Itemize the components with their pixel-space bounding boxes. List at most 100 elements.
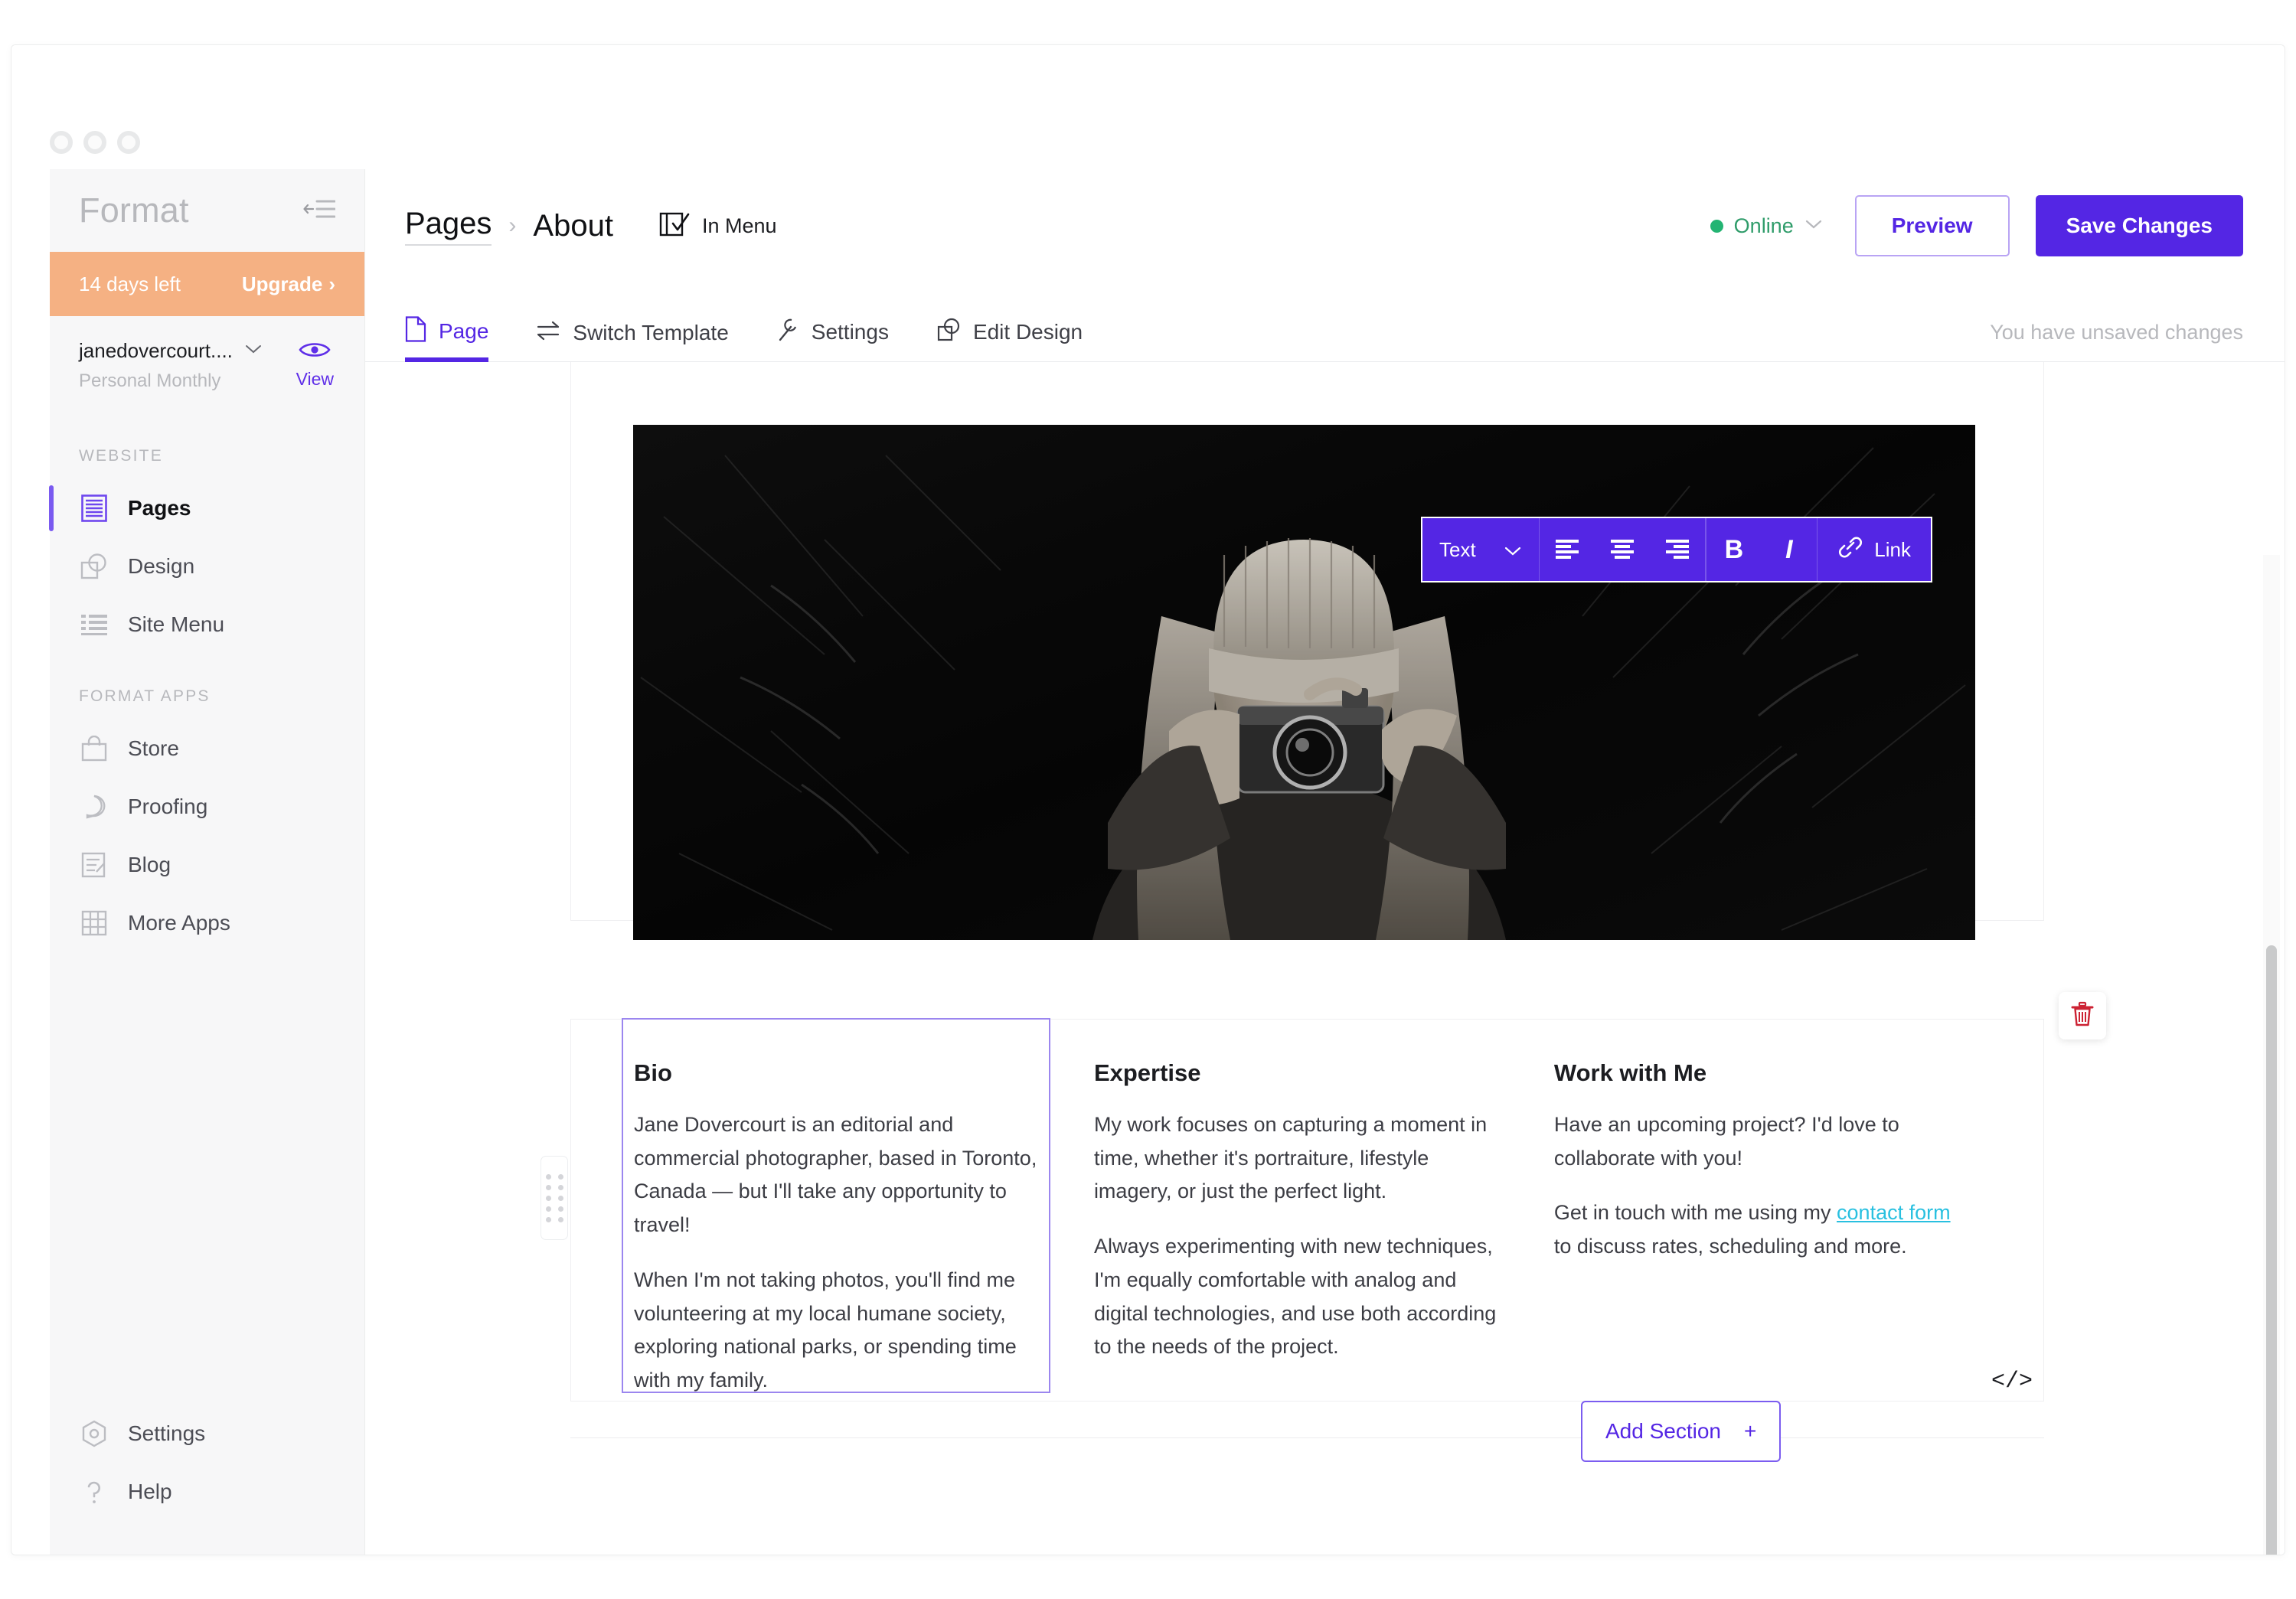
insert-link-button[interactable]: Link — [1818, 518, 1931, 581]
sidebar: Format 14 days left Upgrade › janedoverc… — [49, 169, 365, 1555]
chevron-down-icon[interactable] — [245, 344, 262, 358]
trial-days-left: 14 days left — [79, 272, 181, 295]
drag-handle[interactable] — [541, 1156, 568, 1240]
app-window: Format 14 days left Upgrade › janedoverc… — [11, 44, 2285, 1555]
sidebar-item-label: More Apps — [128, 911, 230, 935]
main-content: Pages › About In Menu Online Preview Sav… — [365, 169, 2285, 1555]
blog-icon — [79, 850, 109, 880]
sidebar-item-pages[interactable]: Pages — [49, 479, 364, 537]
italic-button[interactable]: I — [1762, 518, 1817, 581]
tab-label: Switch Template — [573, 320, 729, 344]
hero-section[interactable] — [570, 362, 2044, 940]
design-icon — [936, 318, 961, 346]
page-canvas: Text B I Link Bio Jane Dovercourt is an … — [365, 362, 2285, 1555]
column-heading: Work with Me — [1553, 1059, 1707, 1086]
chevron-right-icon: › — [328, 272, 335, 295]
account-name: janedovercourt.... — [79, 339, 233, 362]
tab-page[interactable]: Page — [405, 316, 489, 362]
sidebar-item-more-apps[interactable]: More Apps — [50, 894, 364, 952]
tab-label: Edit Design — [972, 319, 1083, 344]
column-paragraph: My work focuses on capturing a moment in… — [1093, 1113, 1488, 1203]
page-file-icon — [405, 316, 426, 346]
paragraph-text-before: Get in touch with me using my — [1553, 1201, 1837, 1225]
chevron-down-icon — [1804, 219, 1823, 233]
column-expertise[interactable]: Expertise My work focuses on capturing a… — [1077, 1043, 1537, 1401]
columns-container: Bio Jane Dovercourt is an editorial and … — [571, 1018, 2043, 1401]
sidebar-item-label: Blog — [128, 853, 171, 876]
window-minimize-button[interactable] — [83, 131, 106, 154]
proofing-chat-icon — [79, 791, 109, 822]
text-style-select[interactable]: Text — [1422, 518, 1539, 581]
align-right-icon[interactable] — [1650, 518, 1705, 581]
account-info: janedovercourt.... Personal Monthly — [79, 339, 262, 392]
breadcrumb-parent[interactable]: Pages — [405, 207, 492, 246]
sidebar-item-settings[interactable]: Settings — [50, 1405, 364, 1463]
site-status-dropdown[interactable]: Online — [1710, 214, 1823, 238]
site-menu-icon — [79, 609, 109, 640]
sidebar-item-store[interactable]: Store — [50, 720, 364, 778]
sidebar-item-label: Store — [128, 736, 179, 760]
trial-banner[interactable]: 14 days left Upgrade › — [50, 252, 364, 316]
unsaved-changes-notice: You have unsaved changes — [1990, 321, 2243, 344]
paragraph-text-after: to discuss rates, scheduling and more. — [1553, 1235, 1907, 1258]
brand-logo: Format — [79, 191, 189, 230]
preview-button[interactable]: Preview — [1854, 195, 2010, 256]
nav-group-title-format-apps: FORMAT APPS — [79, 687, 211, 705]
collapse-sidebar-icon[interactable] — [303, 197, 336, 224]
sidebar-item-help[interactable]: Help — [50, 1463, 364, 1521]
alignment-group — [1540, 518, 1705, 581]
upgrade-label: Upgrade — [241, 272, 323, 295]
code-brackets-icon[interactable]: </> — [1991, 1369, 2033, 1395]
align-center-icon[interactable] — [1595, 518, 1650, 581]
save-changes-button[interactable]: Save Changes — [2035, 195, 2243, 256]
add-section-button[interactable]: Add Section + — [1581, 1401, 1782, 1462]
switch-arrows-icon — [536, 319, 560, 346]
sidebar-item-label: Design — [128, 554, 195, 578]
canvas-scrollbar-thumb[interactable] — [2266, 945, 2277, 1555]
store-bag-icon — [79, 733, 109, 764]
tab-settings[interactable]: Settings — [776, 318, 889, 361]
plus-icon: + — [1744, 1419, 1757, 1443]
tab-switch-template[interactable]: Switch Template — [536, 319, 729, 361]
pages-icon — [79, 493, 109, 524]
grid-apps-icon — [79, 908, 109, 938]
sidebar-item-design[interactable]: Design — [50, 537, 364, 596]
sidebar-item-label: Pages — [128, 496, 191, 520]
link-chain-icon — [1837, 536, 1863, 564]
add-section-divider — [570, 1437, 2044, 1438]
in-menu-toggle[interactable]: In Menu — [659, 210, 777, 242]
contact-form-link[interactable]: contact form — [1837, 1201, 1951, 1224]
drag-handle-dots-icon — [545, 1173, 563, 1222]
account-name-row[interactable]: janedovercourt.... — [79, 339, 262, 363]
tab-edit-design[interactable]: Edit Design — [936, 318, 1083, 361]
account-plan: Personal Monthly — [79, 370, 221, 391]
view-label: View — [296, 369, 334, 389]
chevron-down-icon — [1504, 538, 1522, 562]
view-site-button[interactable]: View — [296, 339, 334, 390]
column-work-with-me[interactable]: Work with Me Have an upcoming project? I… — [1537, 1043, 1997, 1401]
sidebar-brand-row: Format — [50, 169, 364, 252]
sidebar-item-site-menu[interactable]: Site Menu — [50, 596, 364, 654]
status-badge: Online — [1733, 214, 1794, 237]
sidebar-item-label: Settings — [128, 1421, 206, 1445]
header-actions: Online Preview Save Changes — [1710, 195, 2243, 256]
sidebar-item-label: Proofing — [128, 795, 208, 818]
delete-section-button[interactable] — [2059, 992, 2106, 1039]
bold-button[interactable]: B — [1706, 518, 1762, 581]
column-bio[interactable]: Bio Jane Dovercourt is an editorial and … — [617, 1018, 2033, 1401]
columns-section[interactable]: Bio Jane Dovercourt is an editorial and … — [541, 992, 2106, 1402]
sidebar-item-proofing[interactable]: Proofing — [50, 778, 364, 836]
align-left-icon[interactable] — [1540, 518, 1595, 581]
gear-hex-icon — [79, 1418, 109, 1449]
window-close-button[interactable] — [50, 131, 73, 154]
column-heading: Bio — [634, 1059, 672, 1086]
design-icon — [79, 551, 109, 582]
window-maximize-button[interactable] — [117, 131, 140, 154]
upgrade-link[interactable]: Upgrade › — [242, 272, 335, 296]
text-format-toolbar[interactable]: Text B I Link — [1421, 517, 1932, 582]
sidebar-item-blog[interactable]: Blog — [50, 836, 364, 894]
photographer-photo — [633, 425, 1975, 940]
breadcrumb: Pages › About In Menu — [405, 207, 777, 246]
account-switcher: janedovercourt.... Personal Monthly View — [50, 316, 364, 413]
hero-image[interactable] — [633, 425, 1975, 940]
